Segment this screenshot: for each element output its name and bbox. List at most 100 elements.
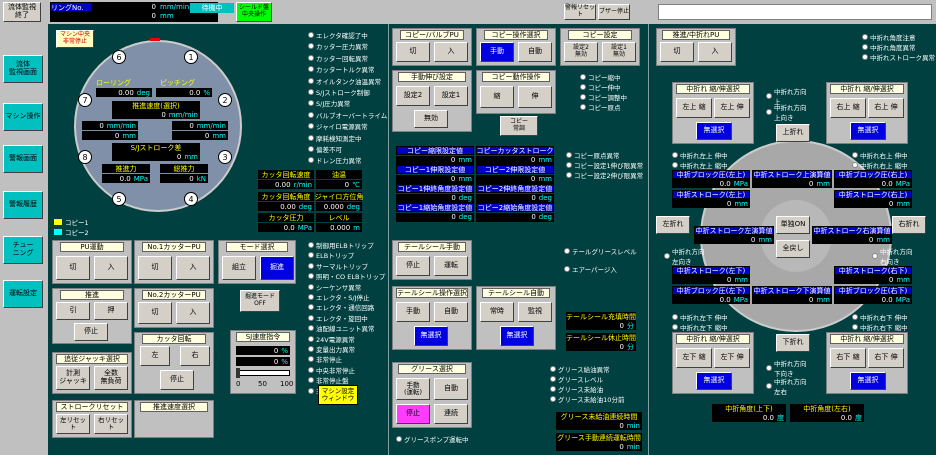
lamp-icon [566, 152, 572, 158]
copy-auto-button[interactable]: 自動 [518, 42, 552, 62]
sj-speed-slider-handle[interactable] [236, 368, 240, 378]
lamp-label: ジャイロ電源異常 [316, 123, 368, 132]
tail-auto-none-button[interactable]: 無選択 [500, 326, 534, 346]
grease-auto-button[interactable]: 自動 [434, 378, 468, 400]
system-end-button[interactable]: 流体監視 終了 [3, 2, 41, 22]
cutter1-off-button[interactable]: 切 [138, 256, 172, 280]
ul-extend-button[interactable]: 左上 伸 [714, 98, 750, 118]
copy-setting1-button[interactable]: 設定1 無効 [602, 42, 636, 62]
right-reset-button[interactable]: 右リセット [94, 414, 128, 434]
emergency-stop-button[interactable]: マシン中央 非常停止 [56, 30, 94, 48]
excavation-mode-off-button[interactable]: 掘進モード OFF [240, 290, 280, 312]
ul-retract-button[interactable]: 左上 縮 [676, 98, 712, 118]
copy-extend-button[interactable]: 伸 [518, 86, 552, 108]
cutter2-on-button[interactable]: 入 [176, 302, 210, 324]
jack-all-unloaded-button[interactable]: 全数 無負荷 [94, 366, 128, 390]
bend-down-button[interactable]: 下折れ [776, 334, 810, 352]
grease-manual-time-value: 0 min [556, 442, 642, 451]
ur-stroke-value: 0 mm [834, 199, 912, 208]
grease-unfed-time-label: グリース未給油連続時間 [556, 412, 642, 421]
nav-alarm-history[interactable]: 警報履歴 [3, 191, 43, 219]
shield-central-button[interactable]: シールド盤 中央操作 [236, 2, 272, 22]
jack-measure-button[interactable]: 計測 ジャッキ [56, 366, 90, 390]
left-reset-button[interactable]: 左リセット [56, 414, 90, 434]
grease-stop-button[interactable]: 停止 [396, 404, 430, 424]
dr-none-button[interactable]: 無選択 [850, 372, 886, 390]
pu-off-button[interactable]: 切 [56, 256, 90, 280]
dr-extend-button[interactable]: 右下 伸 [868, 348, 904, 368]
copy-normal-button[interactable]: コピー 常調 [500, 116, 538, 136]
mode-assembly-button[interactable]: 組立 [222, 256, 256, 280]
copy-retract-button[interactable]: 縮 [480, 86, 514, 108]
tail-manual-mode-button[interactable]: 手動 [396, 302, 430, 322]
ur-select-title: 中折れ 縮/伸選択 [830, 84, 904, 94]
buzzer-stop-button[interactable]: ブザー停止 [598, 4, 630, 20]
nav-fluid-monitor[interactable]: 流体 監視画面 [3, 55, 43, 83]
copy-valve-on-button[interactable]: 入 [434, 42, 468, 62]
nav-operation-settings[interactable]: 運転設定 [3, 280, 43, 308]
lamp-icon [566, 162, 572, 168]
ul-stroke-label: 中折ストローク(左上) [672, 190, 750, 199]
copy-valve-off-button[interactable]: 切 [396, 42, 430, 62]
cutter-position-7: 7 [78, 93, 92, 107]
manual-setting1-button[interactable]: 設定1 [434, 86, 468, 106]
bend-right-button[interactable]: 右折れ [892, 216, 926, 234]
cutter1-on-button[interactable]: 入 [176, 256, 210, 280]
tail-auto-mode-button[interactable]: 自動 [434, 302, 468, 322]
dir-down2-lamp: 中折れ方向 左右 [766, 376, 807, 396]
push-stop-button[interactable]: 停止 [74, 323, 108, 341]
manual-disable-button[interactable]: 無効 [414, 110, 448, 128]
grease-manual-button[interactable]: 手動 (運転) [396, 378, 430, 400]
tail-run-button[interactable]: 運転 [434, 256, 468, 276]
lamp-icon [672, 314, 678, 320]
rotation-right-button[interactable]: 右 [180, 346, 210, 366]
nav-tuning[interactable]: チュー ニング [3, 236, 43, 264]
ur-none-button[interactable]: 無選択 [850, 122, 886, 140]
mode-excavation-button[interactable]: 掘進 [260, 256, 294, 280]
lower-stroke-calc-value: 0 mm [752, 295, 832, 304]
all-return-button[interactable]: 全戻し [776, 240, 810, 258]
lamp-label: コピー原点 [588, 104, 621, 112]
machine-settings-window-button[interactable]: マシン設定 ウィンドウ [318, 385, 358, 405]
copy-setting2-button[interactable]: 設定2 無効 [564, 42, 598, 62]
mid-pu-on-button[interactable]: 入 [698, 42, 732, 62]
cutter-angle-label: カッタ回転角度 [258, 192, 314, 201]
single-on-button[interactable]: 単独ON [776, 216, 810, 234]
lamp-label: グリースレベル [558, 376, 604, 384]
lamp-icon [308, 242, 314, 248]
nav-alarm-screen[interactable]: 警報画面 [3, 145, 43, 173]
dl-extend-button[interactable]: 左下 伸 [714, 348, 750, 368]
push-extend-button[interactable]: 押 [94, 302, 128, 320]
alarm-reset-button[interactable]: 警報リセット [564, 4, 596, 20]
tail-monitor-button[interactable]: 監視 [518, 302, 552, 322]
sj-scale-100: 100 [280, 380, 294, 388]
nav-machine-operation[interactable]: マシン操作 [3, 103, 43, 131]
mid-pu-off-button[interactable]: 切 [660, 42, 694, 62]
ur-extend-button[interactable]: 右上 伸 [868, 98, 904, 118]
grease-continuous-button[interactable]: 連続 [434, 404, 468, 424]
rotation-left-button[interactable]: 左 [140, 346, 170, 366]
dl-retract-button[interactable]: 左下 縮 [676, 348, 712, 368]
pu-on-button[interactable]: 入 [94, 256, 128, 280]
alarm-lamp: 制御用ELBトリップ [308, 240, 374, 250]
tail-manual-title: テールシール手動 [398, 242, 466, 252]
tail-none-button[interactable]: 無選択 [414, 326, 448, 346]
push-retract-button[interactable]: 引 [56, 302, 90, 320]
tail-stop-button[interactable]: 停止 [396, 256, 430, 276]
bend-left-button[interactable]: 左折れ [656, 216, 690, 234]
dl-none-button[interactable]: 無選択 [696, 372, 732, 390]
copy-manual-button[interactable]: 手動 [480, 42, 514, 62]
rotation-stop-button[interactable]: 停止 [160, 370, 194, 390]
push-speed-select-title: 推進速度選択 [140, 402, 208, 412]
sj-speed-slider[interactable] [236, 370, 290, 376]
cutter-angle-value: 0.00 deg [258, 202, 314, 211]
ur-retract-button[interactable]: 右上 縮 [830, 98, 866, 118]
dr-retract-button[interactable]: 右下 縮 [830, 348, 866, 368]
push-speed-label: 推進速度(選択) [112, 101, 200, 110]
bend-up-button[interactable]: 上折れ [776, 124, 810, 142]
ul-none-button[interactable]: 無選択 [696, 122, 732, 140]
cutter2-off-button[interactable]: 切 [138, 302, 172, 324]
manual-setting2-button[interactable]: 設定2 [396, 86, 430, 106]
bend-angle-lr-value: 0.0 度 [790, 413, 864, 422]
tail-always-button[interactable]: 常時 [480, 302, 514, 322]
